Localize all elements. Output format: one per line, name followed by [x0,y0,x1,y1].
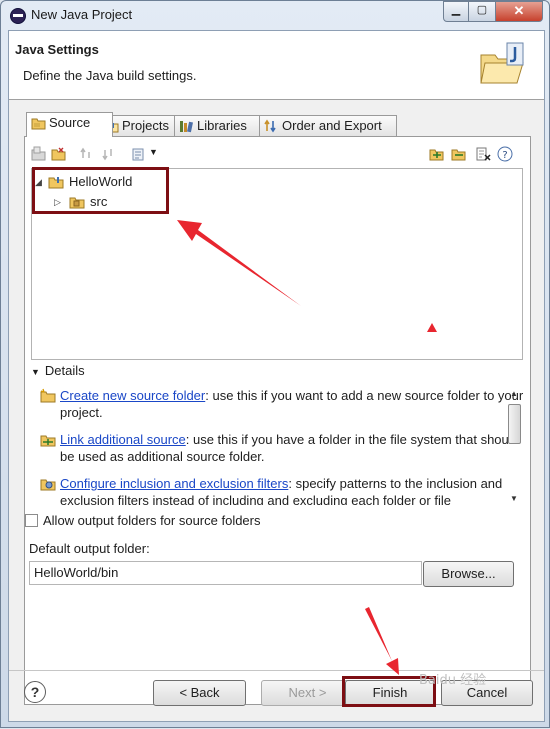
tab-libraries-label: Libraries [197,118,247,133]
details-title: Details [44,363,85,378]
allow-output-folders-label: Allow output folders for source folders [43,513,261,528]
detail-item-filters: Configure inclusion and exclusion filter… [40,475,526,505]
page-description: Define the Java build settings. [23,68,197,83]
create-source-folder-link[interactable]: Create new source folder [60,388,205,403]
svg-text:?: ? [502,150,507,161]
tab-libraries[interactable]: Libraries [174,115,261,136]
details-scrollbar[interactable]: ▲ ▼ [507,389,521,506]
minimize-button[interactable]: ▁ [443,1,469,22]
allow-output-folders-checkbox[interactable] [25,514,38,527]
page-title: Java Settings [15,42,99,57]
source-folder-icon [31,118,46,130]
link-source-icon [40,435,56,447]
details-content: Create new source folder: use this if yo… [40,385,526,505]
filter-config-icon [40,479,56,491]
configure-dropdown-icon[interactable]: ▼ [149,144,159,160]
tab-order-and-export[interactable]: Order and Export [259,115,397,136]
browse-button[interactable]: Browse... [423,561,514,587]
close-button[interactable]: ✕ [495,1,543,22]
add-folder-icon[interactable] [31,146,47,162]
title-bar[interactable]: New Java Project ▁ ▢ ✕ [1,1,549,29]
tab-projects-label: Projects [122,118,169,133]
eclipse-icon [10,8,26,24]
scroll-down-icon[interactable]: ▼ [507,494,521,506]
new-source-folder-icon [40,388,56,403]
configure-filters-link[interactable]: Configure inclusion and exclusion filter… [60,476,288,491]
default-output-folder-field[interactable]: HelloWorld/bin [29,561,422,585]
collapse-all-icon[interactable] [451,146,467,162]
back-button[interactable]: < Back [153,680,246,706]
details-collapse-icon: ▼ [31,367,40,377]
allow-output-folders-option[interactable]: Allow output folders for source folders [25,513,261,528]
detail-item-link: Link additional source: use this if you … [40,431,526,465]
tab-source-label: Source [49,115,91,130]
source-folders-tree[interactable]: ◢ HelloWorld ▷ src [31,167,523,360]
details-section-toggle[interactable]: ▼ Details [31,363,85,378]
default-output-folder-label: Default output folder: [29,541,150,556]
new-java-project-window: New Java Project ▁ ▢ ✕ Java Settings Def… [0,0,550,728]
source-toolbar: ▼ ? [31,143,521,167]
baidu-watermark: Baidu 经验 [419,673,487,688]
move-down-icon[interactable] [101,146,117,162]
maximize-button[interactable]: ▢ [468,1,496,22]
remove-icon[interactable] [475,146,491,162]
java-project-banner-icon [480,42,524,84]
link-additional-source-link[interactable]: Link additional source [60,432,186,447]
link-folder-icon[interactable] [51,146,67,162]
help-toolbar-icon[interactable]: ? [497,146,513,162]
scroll-up-icon[interactable]: ▲ [507,389,521,401]
order-export-icon [264,119,276,133]
configure-build-path-icon[interactable] [131,146,147,162]
expand-all-icon[interactable] [429,146,445,162]
next-button[interactable]: Next > [261,680,354,706]
annotation-highlight-tree [32,167,169,214]
window-title: New Java Project [31,7,133,22]
help-button[interactable]: ? [24,681,46,703]
wizard-header: Java Settings Define the Java build sett… [9,31,544,100]
tab-order-and-export-label: Order and Export [282,118,382,133]
detail-item-create: Create new source folder: use this if yo… [40,387,526,421]
tab-source[interactable]: Source [26,112,113,137]
dialog-client: Java Settings Define the Java build sett… [8,30,545,722]
move-up-icon[interactable] [79,146,95,162]
scroll-thumb[interactable] [508,404,521,444]
source-tab-panel: ▼ ? ◢ HelloWorld ▷ src ▼ Details Create … [24,136,531,705]
libraries-icon [180,121,193,133]
